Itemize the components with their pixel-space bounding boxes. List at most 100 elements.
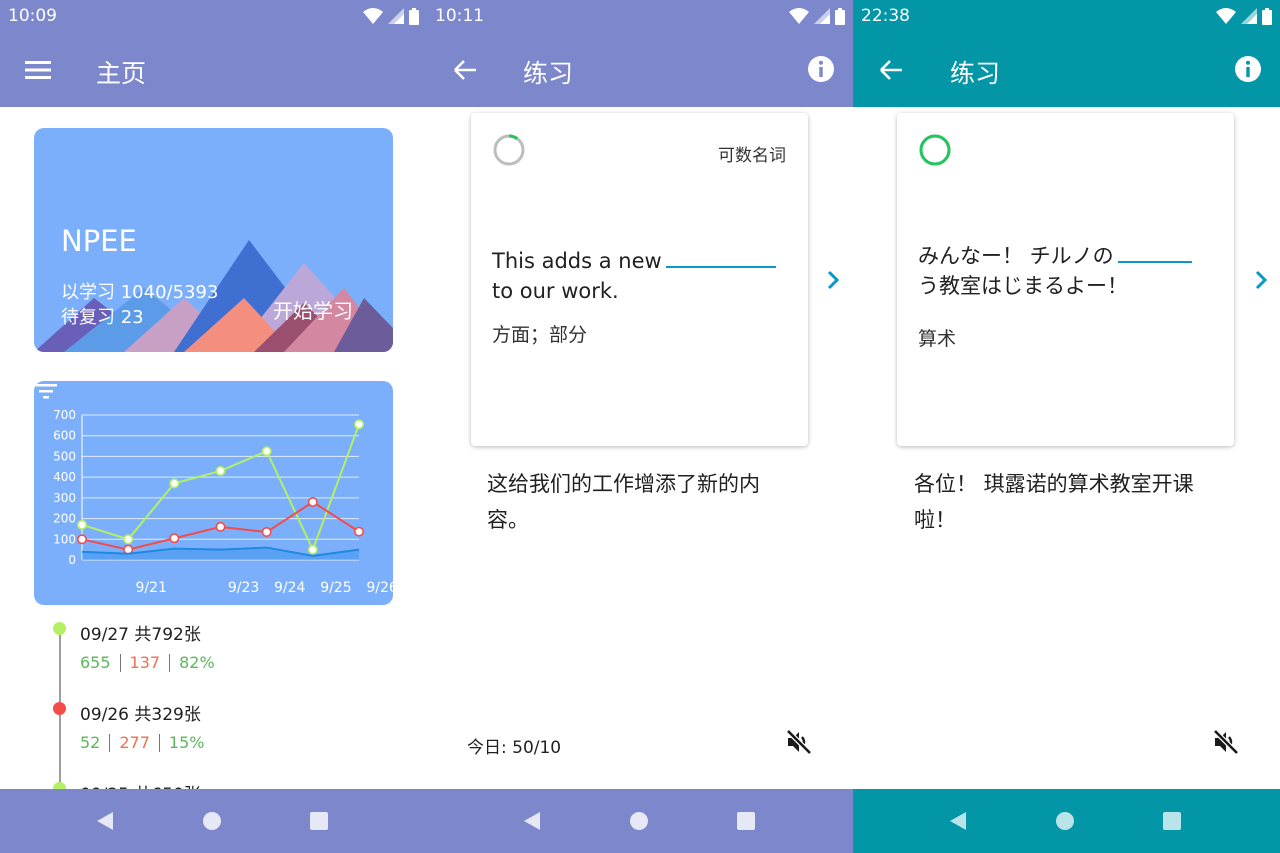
practice-en-screen: 10:11 练习 可数名词 This adds a new to our wor… xyxy=(427,0,853,853)
data-point xyxy=(76,534,87,545)
data-point xyxy=(76,519,87,530)
data-point xyxy=(353,526,364,537)
nav-recents-icon[interactable] xyxy=(1160,809,1184,833)
timeline-dot xyxy=(53,622,66,635)
sentence-before-blank: みんなー！ チルノの xyxy=(918,244,1114,268)
status-icons xyxy=(363,7,419,25)
app-bar: 练习 xyxy=(853,33,1280,107)
page-title: 练习 xyxy=(523,59,574,88)
info-icon[interactable] xyxy=(1234,55,1262,83)
answer-blank[interactable] xyxy=(1117,241,1192,263)
sentence-translation: 这给我们的工作增添了新的内容。 xyxy=(487,472,760,532)
today-progress: 今日: 50/10 xyxy=(467,738,562,758)
wrong-count: 137 xyxy=(129,653,161,672)
timeline-date-total: 09/26 共329张 xyxy=(80,705,201,725)
word-card: 可数名词 This adds a new to our work. 方面；部分 xyxy=(471,113,808,446)
x-tick-label: 9/25 xyxy=(320,580,351,596)
word-meaning: 算术 xyxy=(918,328,957,350)
data-point xyxy=(353,419,364,430)
y-tick-label: 600 xyxy=(53,429,76,443)
nav-back-icon[interactable] xyxy=(946,809,970,833)
system-nav-bar xyxy=(0,789,427,853)
stat-divider xyxy=(169,653,171,672)
info-icon[interactable] xyxy=(807,55,835,83)
sentence-after-blank: う教室はじまるよー！ xyxy=(918,274,1128,298)
back-arrow-icon[interactable] xyxy=(877,57,905,83)
menu-icon[interactable] xyxy=(24,57,52,83)
word-meaning: 方面；部分 xyxy=(492,324,588,346)
nav-home-icon[interactable] xyxy=(200,809,224,833)
wifi-icon xyxy=(1216,8,1236,24)
data-point xyxy=(123,534,134,545)
app-bar: 主页 xyxy=(0,33,427,107)
progress-ring xyxy=(493,134,525,166)
sentence-after-blank: to our work. xyxy=(492,279,619,303)
home-screen: 10:09 主页 NPEE 以学习 1040/5393 待复习 23 开始学习 … xyxy=(0,0,427,853)
wrong-count: 277 xyxy=(119,733,150,752)
wifi-icon xyxy=(789,8,809,24)
accuracy-percent: 82% xyxy=(179,653,215,672)
data-point xyxy=(215,521,226,532)
volume-off-icon[interactable] xyxy=(1212,728,1240,756)
nav-home-icon[interactable] xyxy=(627,809,651,833)
status-time: 10:09 xyxy=(8,6,57,26)
status-bar: 22:38 xyxy=(853,0,1280,33)
page-title: 主页 xyxy=(96,59,147,88)
nav-home-icon[interactable] xyxy=(1053,809,1077,833)
status-icons xyxy=(1216,7,1272,25)
data-point xyxy=(169,533,180,544)
correct-count: 52 xyxy=(80,733,101,752)
practice-jp-screen: 22:38 练习 みんなー！ チルノの う教室はじまるよー！ 算术 各位！ 琪露… xyxy=(853,0,1280,853)
start-learning-button[interactable]: 开始学习 xyxy=(273,295,353,324)
y-tick-label: 0 xyxy=(68,553,76,567)
correct-count: 655 xyxy=(80,653,111,672)
y-tick-label: 500 xyxy=(53,449,76,463)
sentence-translation: 各位！ 琪露诺的算术教室开课啦！ xyxy=(914,472,1194,532)
y-tick-label: 400 xyxy=(53,470,76,484)
learned-count: 以学习 1040/5393 xyxy=(61,282,219,303)
word-card: みんなー！ チルノの う教室はじまるよー！ 算术 xyxy=(897,113,1234,446)
stat-divider xyxy=(109,733,111,752)
stat-divider xyxy=(158,733,160,752)
example-sentence: This adds a new to our work. xyxy=(492,246,792,306)
timeline-date-total: 09/27 共792张 xyxy=(80,625,201,645)
y-tick-label: 300 xyxy=(53,491,76,505)
timeline-stats: 52 277 15% xyxy=(80,733,204,752)
status-time: 22:38 xyxy=(861,6,910,26)
progress-ring xyxy=(919,134,951,166)
nav-back-icon[interactable] xyxy=(93,809,117,833)
app-bar: 练习 xyxy=(427,33,853,107)
chevron-right-icon[interactable] xyxy=(825,269,841,291)
status-bar: 10:09 xyxy=(0,0,427,33)
x-tick-label: 9/21 xyxy=(136,580,167,596)
chevron-right-icon[interactable] xyxy=(1253,269,1269,291)
volume-off-icon[interactable] xyxy=(785,728,813,756)
nav-recents-icon[interactable] xyxy=(734,809,758,833)
stat-divider xyxy=(119,653,121,672)
hero-brand: NPEE xyxy=(61,224,137,258)
accuracy-percent: 15% xyxy=(168,733,205,752)
y-tick-label: 200 xyxy=(53,512,76,526)
nav-back-icon[interactable] xyxy=(520,809,544,833)
status-time: 10:11 xyxy=(435,6,484,26)
start-learning-card[interactable]: NPEE 以学习 1040/5393 待复习 23 开始学习 xyxy=(34,128,393,352)
data-point xyxy=(307,497,318,508)
status-icons xyxy=(789,7,845,25)
timeline-dot xyxy=(53,702,66,715)
nav-recents-icon[interactable] xyxy=(307,809,331,833)
timeline-stats: 655 137 82% xyxy=(80,653,215,672)
signal-icon xyxy=(388,8,404,24)
signal-icon xyxy=(814,8,830,24)
filter-icon[interactable] xyxy=(34,381,58,401)
x-tick-label: 9/23 xyxy=(228,580,259,596)
x-tick-label: 9/24 xyxy=(274,580,306,596)
example-sentence: みんなー！ チルノの う教室はじまるよー！ xyxy=(918,241,1218,301)
x-tick-label: 9/26 xyxy=(366,580,393,596)
wifi-icon xyxy=(363,8,383,24)
battery-icon xyxy=(835,7,845,25)
review-count: 待复习 23 xyxy=(61,307,144,328)
system-nav-bar xyxy=(853,789,1280,853)
answer-blank[interactable] xyxy=(665,246,776,268)
battery-icon xyxy=(409,7,419,25)
back-arrow-icon[interactable] xyxy=(451,57,479,83)
